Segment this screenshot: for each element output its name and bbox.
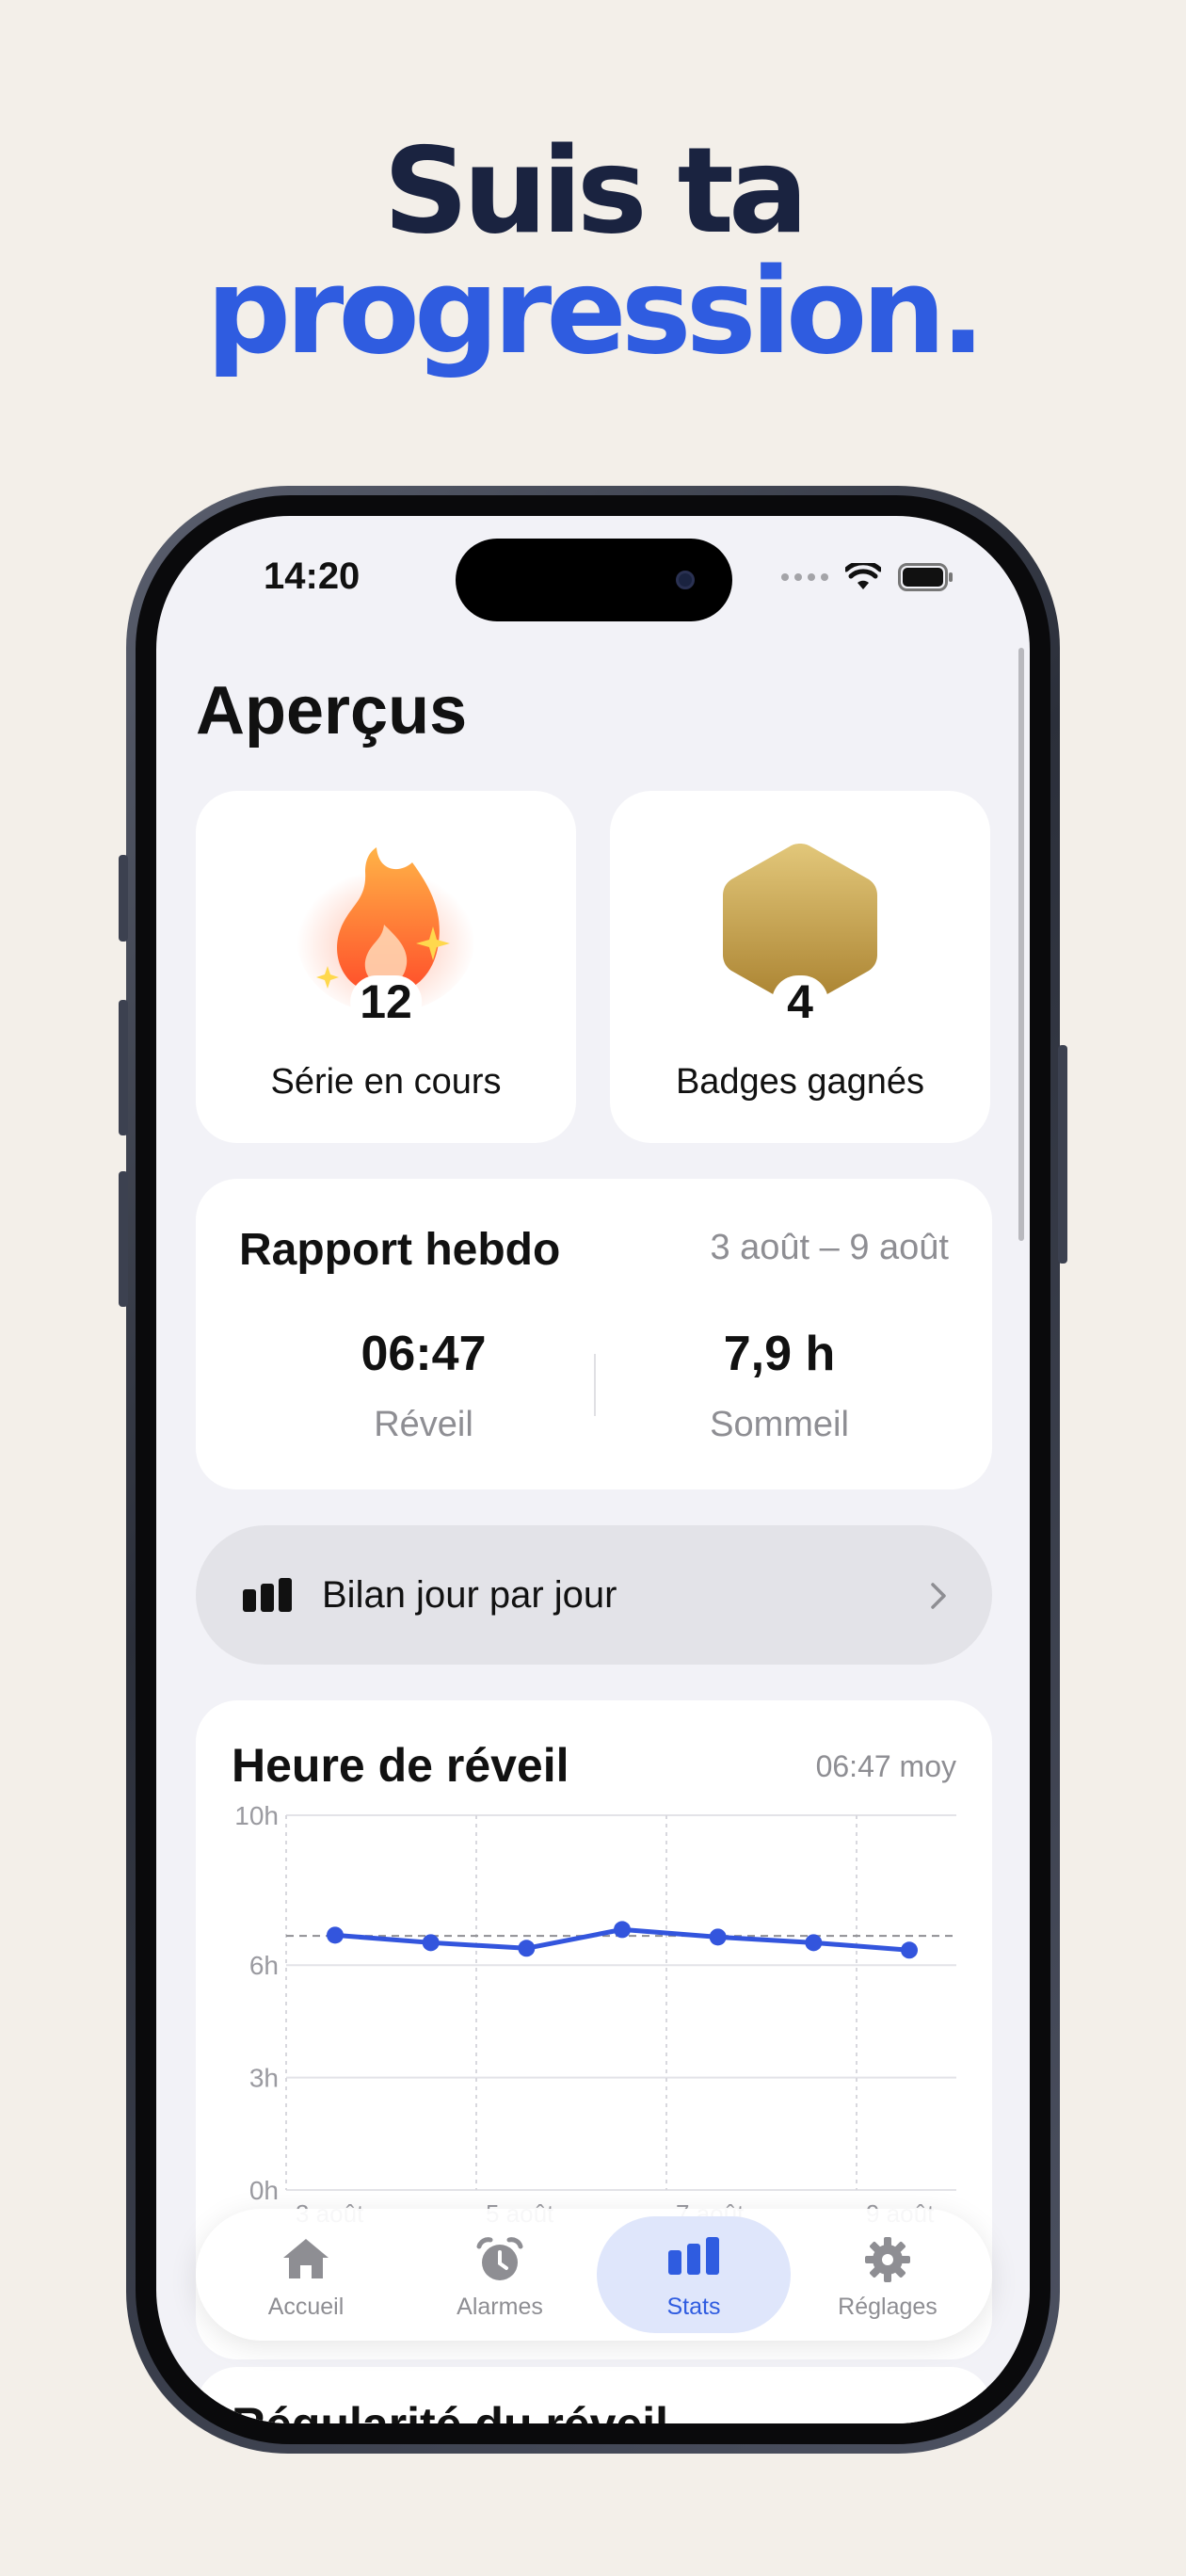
wake-time-point: [518, 1940, 536, 1957]
wake-time-point: [709, 1928, 727, 1946]
wake-time-point: [805, 1934, 823, 1952]
tab-stats[interactable]: Stats: [597, 2216, 791, 2333]
dynamic-island: [456, 539, 732, 621]
headline-line-2: progression.: [206, 242, 986, 380]
y-tick-label: 0h: [249, 2176, 279, 2205]
status-time: 14:20: [264, 555, 361, 597]
bar-chart-icon: [668, 2237, 719, 2275]
bar-chart-icon: [243, 1578, 292, 1612]
house-icon: [283, 2239, 329, 2278]
chevron-right-icon: [931, 1583, 946, 1609]
status-icons: [781, 563, 954, 591]
streak-label: Série en cours: [270, 1062, 502, 1102]
tab-reglages[interactable]: Réglages: [791, 2216, 985, 2333]
alarm-clock-icon: [476, 2237, 523, 2280]
tab-label-stats: Stats: [666, 2294, 721, 2320]
report-divider: [594, 1354, 596, 1416]
camera-icon: [676, 571, 695, 589]
wifi-icon: [845, 563, 881, 589]
report-sleep-label: Sommeil: [710, 1405, 849, 1444]
badges-count: 4: [772, 975, 828, 1028]
report-sleep-value: 7,9 h: [723, 1327, 836, 1381]
y-tick-label: 10h: [234, 1801, 279, 1830]
regularity-card: Régularité du réveil: [196, 2367, 992, 2423]
report-wake-value: 06:47: [361, 1327, 487, 1381]
phone-screen: 14:20 Aperçus 12 Série en cours 4 Badges…: [156, 516, 1030, 2423]
streak-card[interactable]: 12 Série en cours: [196, 791, 576, 1143]
tab-label-accueil: Accueil: [267, 2294, 345, 2320]
phone-volume-up: [119, 1000, 128, 1135]
weekly-report-card[interactable]: Rapport hebdo 3 août – 9 août 06:47 Réve…: [196, 1179, 992, 1489]
wake-time-point: [422, 1934, 440, 1952]
badges-card[interactable]: 4 Badges gagnés: [610, 791, 990, 1143]
report-title: Rapport hebdo: [239, 1225, 561, 1275]
wake-time-point: [901, 1941, 918, 1959]
signal-dots-icon: [781, 573, 828, 581]
phone-volume-down: [119, 1171, 128, 1307]
wake-time-point: [614, 1921, 631, 1939]
tab-label-alarmes: Alarmes: [457, 2294, 543, 2320]
page-title: Aperçus: [196, 673, 468, 749]
tab-label-reglages: Réglages: [838, 2294, 938, 2320]
badges-label: Badges gagnés: [675, 1062, 925, 1102]
phone-power-button: [1058, 1045, 1067, 1264]
tab-accueil[interactable]: Accueil: [209, 2216, 403, 2333]
gear-icon: [865, 2237, 910, 2282]
phone-side-button: [119, 855, 128, 942]
battery-icon: [898, 563, 953, 591]
report-wake-label: Réveil: [374, 1405, 473, 1444]
y-tick-label: 6h: [249, 1951, 279, 1980]
tab-alarmes[interactable]: Alarmes: [403, 2216, 597, 2333]
headline-line-1: Suis ta: [383, 121, 809, 260]
daily-breakdown-label: Bilan jour par jour: [322, 1574, 617, 1616]
streak-count: 12: [350, 975, 422, 1028]
y-tick-label: 3h: [249, 2064, 279, 2093]
regularity-title: Régularité du réveil: [232, 2397, 668, 2423]
wake-time-chart: 10h6h3h0h3 août5 août7 août9 août: [234, 1801, 956, 2228]
tab-bar: Accueil Alarmes Stats Réglages: [196, 2209, 992, 2341]
wake-time-point: [327, 1926, 344, 1944]
report-wake: 06:47 Réveil: [282, 1326, 565, 1445]
scroll-indicator[interactable]: [1018, 648, 1024, 1241]
daily-breakdown-button[interactable]: Bilan jour par jour: [196, 1525, 992, 1665]
report-sleep: 7,9 h Sommeil: [638, 1326, 921, 1445]
report-date-range: 3 août – 9 août: [710, 1228, 949, 1267]
